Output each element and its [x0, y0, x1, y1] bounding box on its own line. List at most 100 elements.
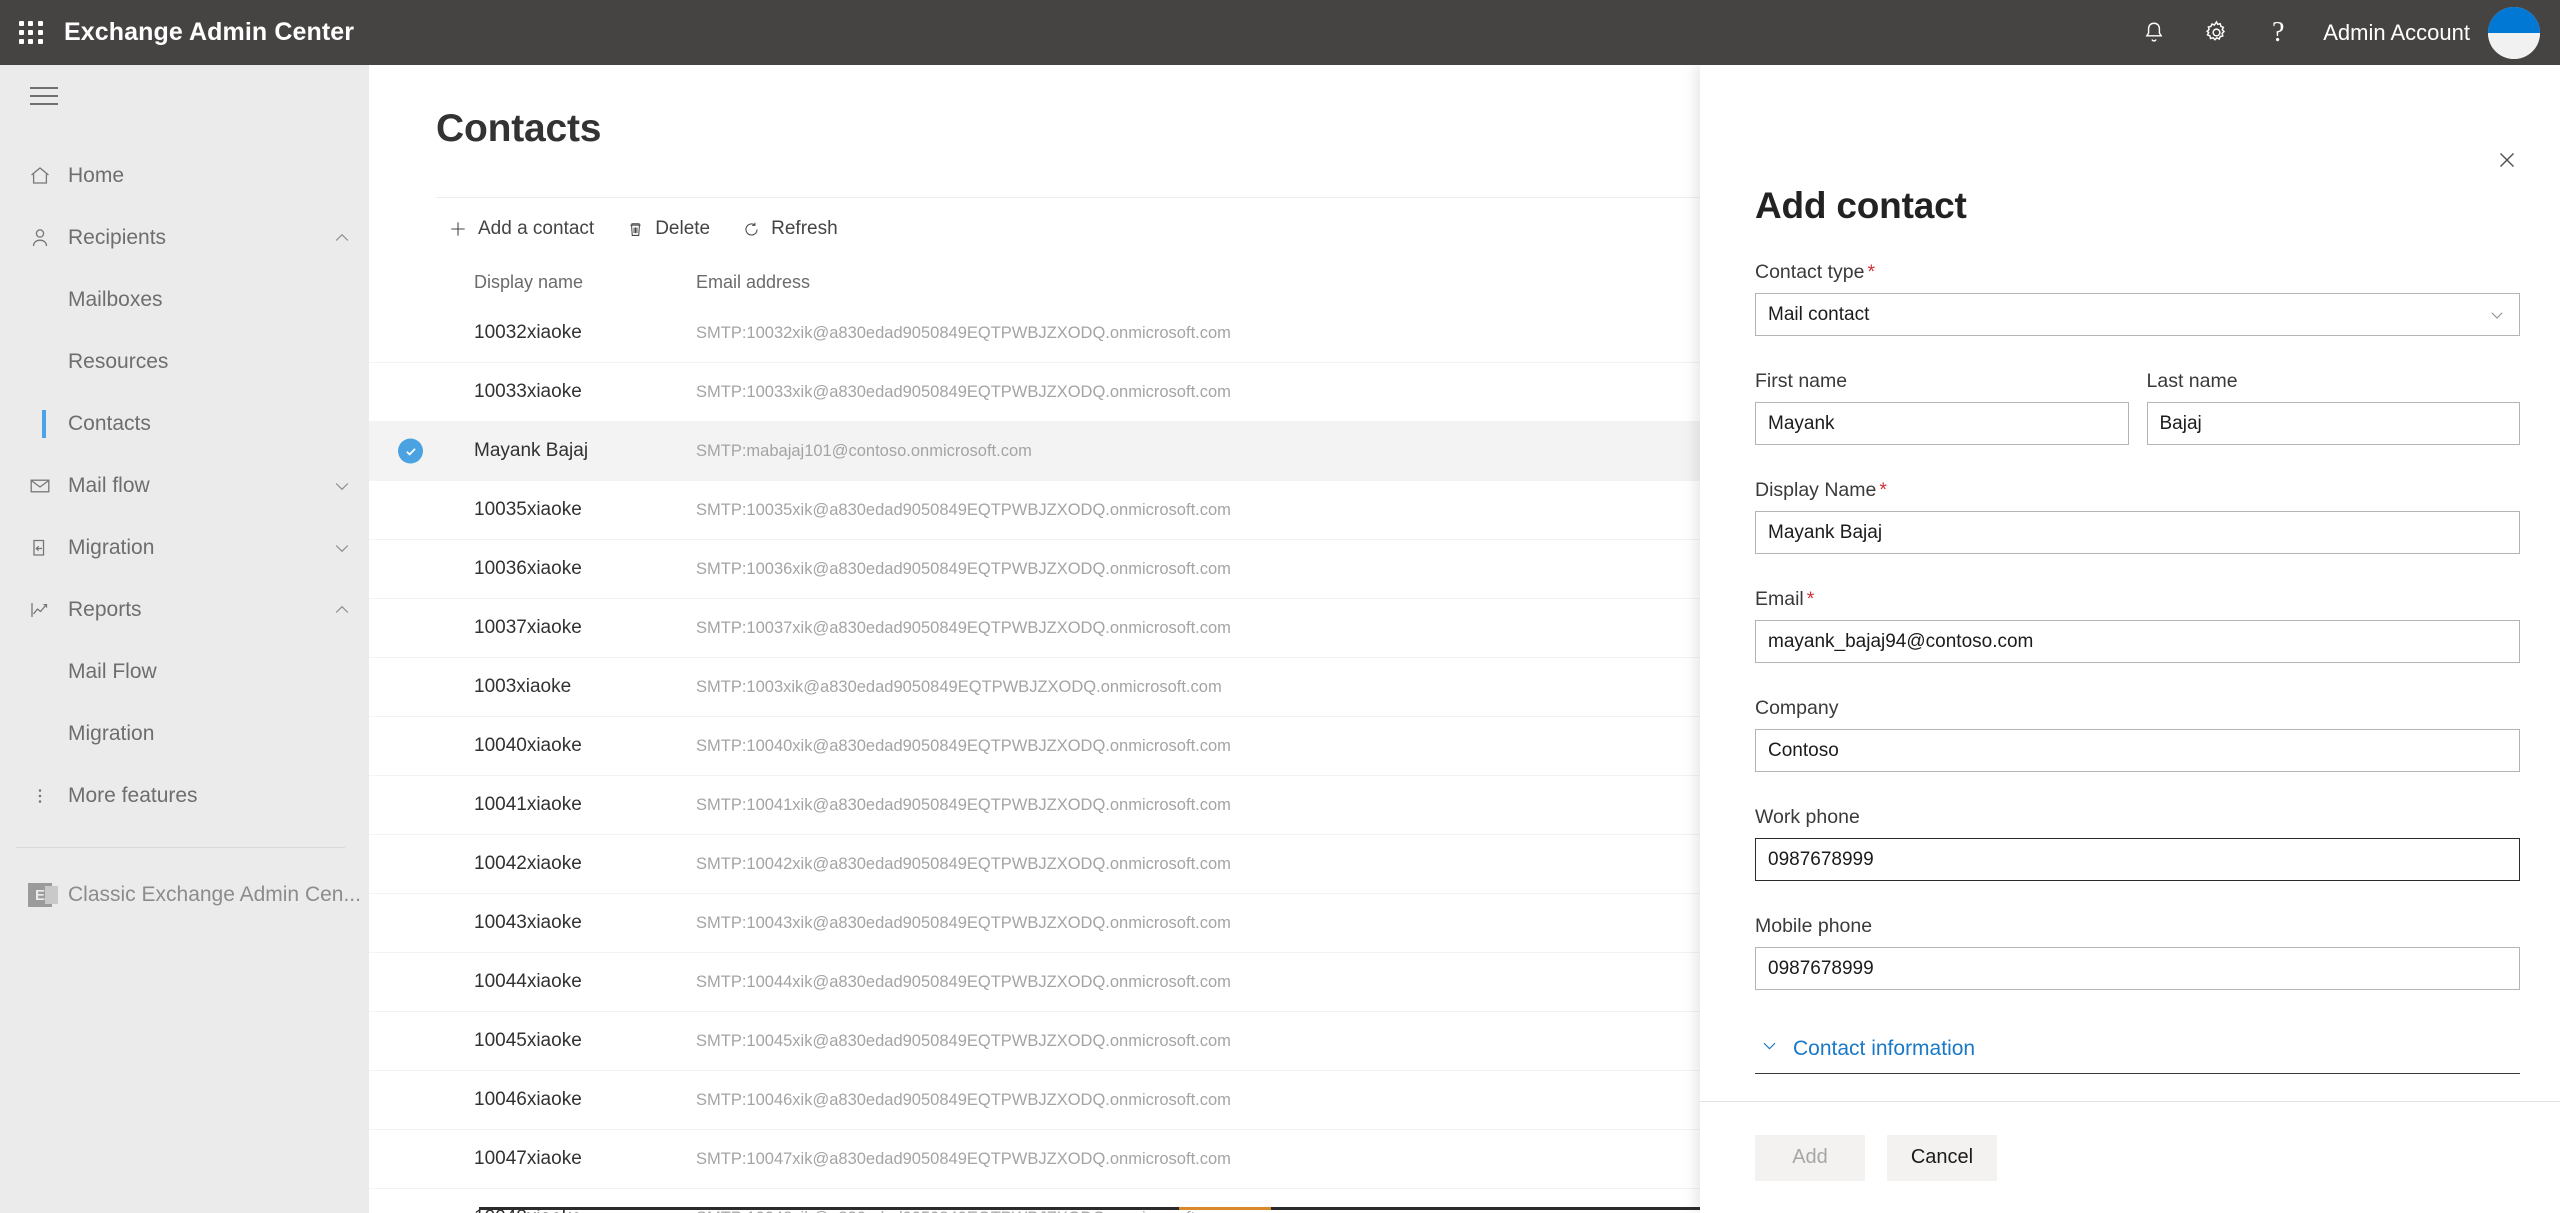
close-icon[interactable]: [2490, 143, 2524, 177]
first-name-input[interactable]: [1755, 402, 2129, 445]
help-glyph: ?: [2272, 16, 2285, 48]
table-row[interactable]: 10032xiaoke SMTP:10032xik@a830edad905084…: [369, 304, 1701, 363]
sidebar-item-label: Resources: [68, 350, 169, 373]
command-label: Refresh: [771, 218, 838, 239]
chevron-down-icon[interactable]: [315, 538, 369, 558]
cancel-button[interactable]: Cancel: [1887, 1134, 1997, 1181]
suite-header: Exchange Admin Center ? Admin Account: [0, 0, 2560, 65]
field-company: Company: [1755, 697, 2520, 772]
home-icon: [12, 164, 68, 188]
work-phone-input[interactable]: [1755, 838, 2520, 881]
table-row[interactable]: 10047xiaoke SMTP:10047xik@a830edad905084…: [369, 1130, 1701, 1189]
company-input[interactable]: [1755, 729, 2520, 772]
accordion-label: Contact information: [1793, 1036, 1976, 1060]
table-row[interactable]: 10035xiaoke SMTP:10035xik@a830edad905084…: [369, 481, 1701, 540]
cell-email-address: SMTP:10035xik@a830edad9050849EQTPWBJZXOD…: [696, 500, 1231, 519]
sidebar-item-home[interactable]: Home: [0, 145, 369, 207]
scrollbar-track[interactable]: [479, 1207, 1701, 1210]
ellipsis-vertical-icon: [12, 785, 68, 807]
email-input[interactable]: [1755, 620, 2520, 663]
field-email: Email *: [1755, 588, 2520, 663]
sidebar-item-label: Home: [68, 164, 125, 187]
sidebar-item-label: More features: [68, 784, 198, 807]
sidebar-item-migration[interactable]: Migration: [0, 517, 369, 579]
table-row[interactable]: 10043xiaoke SMTP:10043xik@a830edad905084…: [369, 894, 1701, 953]
table-row[interactable]: 10041xiaoke SMTP:10041xik@a830edad905084…: [369, 776, 1701, 835]
table-row[interactable]: 10040xiaoke SMTP:10040xik@a830edad905084…: [369, 717, 1701, 776]
cell-display-name: 10045xiaoke: [474, 1030, 582, 1051]
table-row[interactable]: 10042xiaoke SMTP:10042xik@a830edad905084…: [369, 835, 1701, 894]
cell-display-name: 10040xiaoke: [474, 735, 582, 756]
label-work-phone: Work phone: [1755, 806, 1860, 828]
cell-email-address: SMTP:10032xik@a830edad9050849EQTPWBJZXOD…: [696, 323, 1231, 342]
sidebar-item-label: Classic Exchange Admin Cen...: [68, 883, 361, 906]
cell-email-address: SMTP:10044xik@a830edad9050849EQTPWBJZXOD…: [696, 972, 1231, 991]
global-nav-toggle-icon[interactable]: [14, 65, 74, 127]
cell-display-name: 10046xiaoke: [474, 1089, 582, 1110]
refresh-icon: [742, 220, 761, 239]
notification-bell-icon[interactable]: [2123, 0, 2185, 65]
sidebar-item-more-features[interactable]: More features: [0, 765, 369, 827]
accordion-contact-information: Contact information: [1755, 1030, 2520, 1074]
add-button[interactable]: Add: [1755, 1134, 1865, 1181]
cell-email-address: SMTP:10033xik@a830edad9050849EQTPWBJZXOD…: [696, 382, 1231, 401]
cell-display-name: 10043xiaoke: [474, 912, 582, 933]
sidebar-item-label: Reports: [68, 598, 142, 621]
delete-button[interactable]: Delete: [614, 211, 722, 247]
table-row[interactable]: Mayank Bajaj SMTP:mabajaj101@contoso.onm…: [369, 422, 1701, 481]
sidebar-item-mailboxes[interactable]: Mailboxes: [0, 269, 369, 331]
sidebar-item-mail-flow[interactable]: Mail flow: [0, 455, 369, 517]
cell-email-address: SMTP:10047xik@a830edad9050849EQTPWBJZXOD…: [696, 1149, 1231, 1168]
table-row[interactable]: 10037xiaoke SMTP:10037xik@a830edad905084…: [369, 599, 1701, 658]
table-row[interactable]: 10045xiaoke SMTP:10045xik@a830edad905084…: [369, 1012, 1701, 1071]
scrollbar-thumb[interactable]: [1179, 1207, 1271, 1210]
app-title: Exchange Admin Center: [64, 18, 355, 46]
label-company: Company: [1755, 697, 1839, 719]
panel-footer: Add Cancel: [1700, 1101, 2560, 1213]
avatar[interactable]: [2488, 6, 2540, 59]
mobile-phone-input[interactable]: [1755, 947, 2520, 990]
cell-display-name: 10035xiaoke: [474, 499, 582, 520]
chevron-up-icon[interactable]: [315, 600, 369, 620]
add-contact-form: Contact type* First name Last name Displ…: [1700, 261, 2560, 1150]
sidebar-item-reports-migration[interactable]: Migration: [0, 703, 369, 765]
table-row[interactable]: 10036xiaoke SMTP:10036xik@a830edad905084…: [369, 540, 1701, 599]
horizontal-scrollbar[interactable]: [369, 1205, 1701, 1213]
help-icon[interactable]: ?: [2247, 0, 2309, 65]
sidebar-item-label: Migration: [68, 536, 155, 559]
cell-display-name: 10033xiaoke: [474, 381, 582, 402]
row-selected-check-icon[interactable]: [398, 438, 423, 464]
label-display-name: Display Name *: [1755, 479, 1887, 501]
sidebar-item-contacts[interactable]: Contacts: [0, 393, 369, 455]
sidebar-item-reports[interactable]: Reports: [0, 579, 369, 641]
table-row[interactable]: 10044xiaoke SMTP:10044xik@a830edad905084…: [369, 953, 1701, 1012]
contact-type-select[interactable]: [1755, 293, 2520, 336]
display-name-input[interactable]: [1755, 511, 2520, 554]
sidebar-item-reports-mail-flow[interactable]: Mail Flow: [0, 641, 369, 703]
sidebar-item-label: Recipients: [68, 226, 167, 249]
label-last-name: Last name: [2146, 370, 2238, 392]
sidebar-item-label: Mailboxes: [68, 288, 163, 311]
accordion-contact-information-header[interactable]: Contact information: [1755, 1030, 2520, 1073]
sidebar-item-recipients[interactable]: Recipients: [0, 207, 369, 269]
required-marker: *: [1806, 588, 1815, 610]
sidebar-divider: [16, 847, 345, 848]
sidebar-item-resources[interactable]: Resources: [0, 331, 369, 393]
app-launcher-icon[interactable]: [16, 18, 46, 48]
chevron-up-icon[interactable]: [315, 228, 369, 248]
cell-email-address: SMTP:10037xik@a830edad9050849EQTPWBJZXOD…: [696, 618, 1231, 637]
chevron-down-icon[interactable]: [315, 476, 369, 496]
table-row[interactable]: 10046xiaoke SMTP:10046xik@a830edad905084…: [369, 1071, 1701, 1130]
table-row[interactable]: 10033xiaoke SMTP:10033xik@a830edad905084…: [369, 363, 1701, 422]
refresh-button[interactable]: Refresh: [730, 211, 850, 247]
sidebar-item-classic-eac[interactable]: E Classic Exchange Admin Cen...: [0, 864, 369, 926]
label-first-name: First name: [1755, 370, 1848, 392]
add-a-contact-button[interactable]: Add a contact: [436, 211, 606, 247]
classic-exchange-icon: E: [12, 883, 68, 907]
suite-header-actions: ? Admin Account: [2123, 0, 2560, 65]
table-row[interactable]: 1003xiaoke SMTP:1003xik@a830edad9050849E…: [369, 658, 1701, 717]
gear-icon[interactable]: [2185, 0, 2247, 65]
cell-email-address: SMTP:10040xik@a830edad9050849EQTPWBJZXOD…: [696, 736, 1231, 755]
last-name-input[interactable]: [2146, 402, 2520, 445]
required-marker: *: [1879, 479, 1887, 501]
